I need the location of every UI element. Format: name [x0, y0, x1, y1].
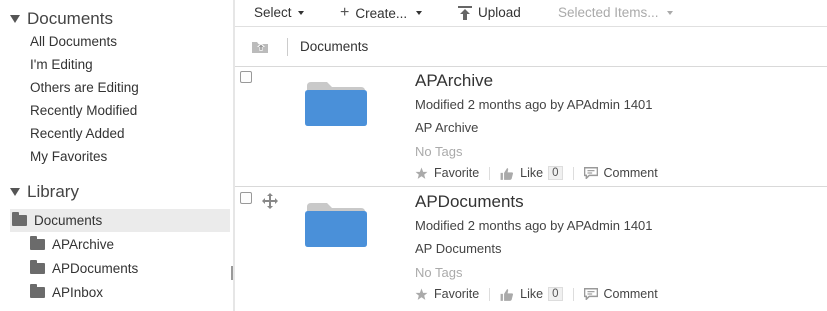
- star-icon: [415, 167, 428, 179]
- upload-label: Upload: [478, 5, 521, 20]
- select-menu-button[interactable]: Select: [254, 5, 304, 20]
- collapse-triangle-icon: [10, 15, 20, 23]
- chevron-down-icon: [666, 10, 673, 15]
- chevron-down-icon: [416, 11, 423, 15]
- document-row: APArchive Modified 2 months ago by APAdm…: [235, 67, 827, 187]
- documents-heading: Documents: [27, 9, 113, 28]
- document-modified: Modified 2 months ago by APAdmin 1401: [415, 218, 653, 233]
- collapse-triangle-icon: [10, 188, 20, 196]
- document-title-link[interactable]: APArchive: [415, 71, 658, 91]
- document-actions: Favorite Like 0 Comment: [415, 166, 658, 180]
- document-info: APDocuments Modified 2 months ago by APA…: [415, 192, 658, 301]
- nav-my-favorites[interactable]: My Favorites: [30, 149, 107, 164]
- folder-icon: [30, 284, 45, 298]
- nav-all-documents[interactable]: All Documents: [30, 34, 117, 49]
- like-count: 0: [548, 166, 563, 180]
- row-checkbox[interactable]: [240, 192, 252, 204]
- create-menu-button[interactable]: + Create...: [340, 4, 423, 21]
- like-count: 0: [548, 287, 563, 301]
- document-description: AP Archive: [415, 120, 479, 135]
- nav-others-editing[interactable]: Others are Editing: [30, 80, 139, 95]
- library-item-aparchive[interactable]: APArchive: [20, 233, 230, 256]
- document-tags: No Tags: [415, 265, 463, 280]
- document-modified: Modified 2 months ago by APAdmin 1401: [415, 97, 653, 112]
- selected-items-label: Selected Items...: [558, 5, 659, 20]
- folder-icon[interactable]: [305, 80, 367, 126]
- plus-icon: +: [340, 4, 350, 21]
- action-divider: [489, 166, 491, 180]
- selected-items-menu[interactable]: Selected Items...: [558, 5, 673, 20]
- folder-icon: [30, 260, 45, 274]
- nav-im-editing[interactable]: I'm Editing: [30, 57, 93, 72]
- star-icon: [415, 288, 428, 300]
- library-item-label: APArchive: [52, 237, 115, 252]
- breadcrumb: Documents: [235, 28, 827, 67]
- nav-recently-modified[interactable]: Recently Modified: [30, 103, 137, 118]
- breadcrumb-current: Documents: [300, 39, 369, 54]
- move-icon[interactable]: [262, 193, 278, 209]
- comment-icon: [583, 288, 598, 300]
- document-title-link[interactable]: APDocuments: [415, 192, 658, 212]
- comment-button[interactable]: Comment: [583, 287, 658, 301]
- library-item-documents[interactable]: Documents: [10, 209, 230, 232]
- document-description: AP Documents: [415, 241, 502, 256]
- toolbar: Select + Create... Upload Selected Items…: [235, 0, 827, 27]
- comment-button[interactable]: Comment: [583, 166, 658, 180]
- create-label: Create...: [355, 5, 408, 21]
- comment-icon: [583, 167, 598, 179]
- action-divider: [489, 287, 491, 301]
- library-section-header[interactable]: Library: [10, 182, 79, 202]
- document-tags: No Tags: [415, 144, 463, 159]
- like-button[interactable]: Like 0: [500, 287, 563, 301]
- thumbs-up-icon: [500, 167, 514, 180]
- sidebar: Documents All Documents I'm Editing Othe…: [0, 0, 230, 311]
- select-label: Select: [254, 5, 292, 20]
- favorite-button[interactable]: Favorite: [415, 287, 479, 301]
- chevron-down-icon: [297, 10, 304, 15]
- favorite-label: Favorite: [434, 166, 480, 180]
- favorite-label: Favorite: [434, 287, 480, 301]
- document-actions: Favorite Like 0 Comment: [415, 287, 658, 301]
- action-divider: [572, 166, 574, 180]
- document-info: APArchive Modified 2 months ago by APAdm…: [415, 71, 658, 180]
- folder-icon: [12, 212, 27, 226]
- folder-icon: [30, 236, 45, 250]
- thumbs-up-icon: [500, 288, 514, 301]
- library-heading: Library: [27, 182, 79, 201]
- folder-icon[interactable]: [305, 201, 367, 247]
- parent-folder-icon[interactable]: [252, 39, 268, 53]
- row-checkbox[interactable]: [240, 71, 252, 83]
- action-divider: [572, 287, 574, 301]
- document-row: APDocuments Modified 2 months ago by APA…: [235, 188, 827, 308]
- library-item-label: APDocuments: [52, 261, 139, 276]
- favorite-button[interactable]: Favorite: [415, 166, 479, 180]
- upload-icon: [458, 5, 472, 20]
- like-label: Like: [520, 166, 544, 180]
- library-item-apinbox[interactable]: APInbox: [20, 281, 230, 304]
- nav-recently-added[interactable]: Recently Added: [30, 126, 125, 141]
- library-item-label: Documents: [34, 213, 103, 228]
- comment-label: Comment: [603, 166, 658, 180]
- library-item-label: APInbox: [52, 285, 104, 300]
- upload-button[interactable]: Upload: [458, 5, 521, 20]
- library-item-apdocuments[interactable]: APDocuments: [20, 257, 230, 280]
- like-button[interactable]: Like 0: [500, 166, 563, 180]
- comment-label: Comment: [603, 287, 658, 301]
- document-list-panel: Select + Create... Upload Selected Items…: [235, 0, 827, 311]
- like-label: Like: [520, 287, 544, 301]
- documents-section-header[interactable]: Documents: [10, 9, 113, 29]
- breadcrumb-divider: [287, 38, 288, 56]
